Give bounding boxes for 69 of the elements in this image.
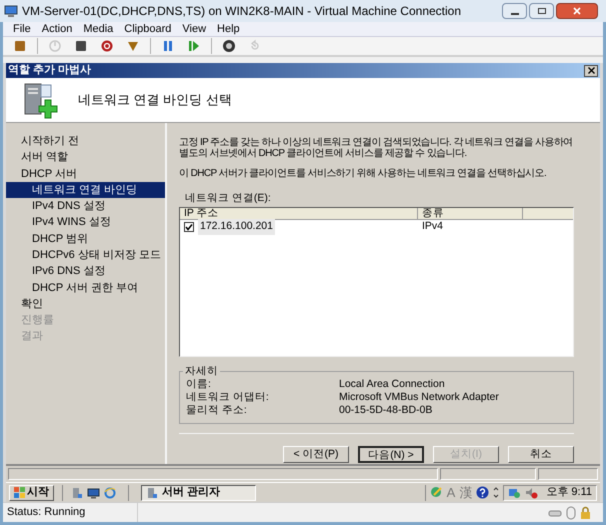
- network-icon[interactable]: [508, 486, 522, 499]
- camera-icon[interactable]: [222, 39, 236, 53]
- lock-icon: [580, 506, 591, 520]
- wizard-step[interactable]: IPv4 DNS 설정: [6, 198, 165, 214]
- wizard-button[interactable]: < 이전(P): [283, 446, 349, 463]
- field-label: 이름:: [186, 378, 212, 391]
- power-icon[interactable]: [100, 39, 114, 53]
- close-icon: [573, 7, 581, 15]
- wizard-step[interactable]: 확인: [6, 296, 165, 312]
- menu-item[interactable]: Action: [42, 20, 72, 38]
- keyboard-icon: [548, 508, 562, 518]
- windows-logo-icon: [14, 487, 25, 498]
- field-value: 00-15-5D-48-BD-0B: [339, 404, 432, 417]
- wizard-step[interactable]: 서버 역할: [6, 149, 165, 166]
- wizard-step[interactable]: DHCP 서버 권한 부여: [6, 280, 165, 296]
- list-label: 네트워크 연결(E):: [185, 191, 272, 206]
- wizard-step[interactable]: IPv6 DNS 설정: [6, 263, 165, 280]
- server-icon[interactable]: [71, 486, 83, 498]
- wizard-step[interactable]: DHCP 서버: [6, 166, 165, 182]
- intro-text: 고정 IP 주소를 갖는 하나 이상의 네트워크 연결이 검색되었습니다. 각 네트워크 연결을 사용하여 별도의 서브넷에서 DHCP 클라이언트에 서비스를 제공할 수 있습니다.: [179, 137, 574, 159]
- wizard-step[interactable]: 시작하기 전: [6, 133, 165, 150]
- triangle-icon[interactable]: [126, 39, 140, 53]
- table-cell: 172.16.100.201: [198, 218, 275, 235]
- wizard-button[interactable]: 취소: [508, 446, 574, 463]
- browser-icon[interactable]: [104, 486, 116, 498]
- wizard-step[interactable]: 네트워크 연결 바인딩: [6, 182, 165, 198]
- check-icon: [185, 222, 193, 231]
- field-value: Local Area Connection: [339, 378, 445, 391]
- close-icon: [588, 67, 594, 74]
- close-button[interactable]: [556, 3, 598, 19]
- table-cell-text: IPv4: [421, 218, 444, 234]
- close-button[interactable]: [584, 64, 598, 76]
- checkbox[interactable]: [184, 222, 194, 232]
- page-heading: 네트워크 연결 바인딩 선택: [78, 91, 232, 110]
- speaker-muted-icon[interactable]: [525, 486, 538, 499]
- clock: 오후 9:11: [546, 485, 592, 500]
- server-plus-icon: [22, 81, 60, 119]
- minimize-button[interactable]: [502, 3, 527, 19]
- menu-item[interactable]: Clipboard: [124, 20, 172, 38]
- menu-item[interactable]: File: [13, 20, 31, 38]
- maximize-button[interactable]: [529, 3, 554, 19]
- field-value: Microsoft VMBus Network Adapter: [339, 390, 499, 404]
- status-text: Status: Running: [3, 503, 138, 522]
- help-icon[interactable]: [476, 486, 490, 499]
- server-icon: [146, 486, 158, 498]
- window-title: VM-Server-01(DC,DHCP,DNS,TS) on WIN2K8-MAIN - Virtual Machine Connection: [22, 3, 462, 20]
- expand-icon[interactable]: [493, 486, 500, 499]
- column-header[interactable]: 종류: [418, 208, 523, 219]
- field-label: 네트워크 어댑터:: [186, 390, 270, 404]
- menu-item[interactable]: Help: [217, 20, 240, 38]
- computer-icon: [4, 4, 18, 18]
- menu-item[interactable]: View: [182, 20, 206, 38]
- square-icon[interactable]: [13, 39, 27, 53]
- wizard-step[interactable]: DHCP 범위: [6, 230, 165, 248]
- wizard-title: 역할 추가 마법사: [7, 63, 92, 78]
- taskbar-item[interactable]: 서버 관리자: [141, 484, 256, 500]
- instruction-text: 이 DHCP 서버가 클라이언트를 서비스하기 위해 사용하는 네트워크 연결을 선택하십시오.: [179, 167, 548, 181]
- wizard-step[interactable]: DHCPv6 상태 비저장 모드: [6, 247, 165, 264]
- wizard-step[interactable]: IPv4 WINS 설정: [6, 214, 165, 231]
- menu-item[interactable]: Media: [83, 20, 114, 38]
- play-icon[interactable]: [187, 39, 201, 53]
- mouse-icon: [566, 506, 576, 520]
- stop-icon[interactable]: [74, 39, 88, 53]
- start-button[interactable]: 시작: [9, 484, 54, 500]
- desktop-icon[interactable]: [87, 486, 100, 498]
- wizard-button[interactable]: 다음(N) >: [358, 446, 424, 463]
- pause-icon[interactable]: [161, 39, 175, 53]
- field-label: 물리적 주소:: [186, 404, 248, 417]
- group-title: 자세히: [183, 364, 220, 377]
